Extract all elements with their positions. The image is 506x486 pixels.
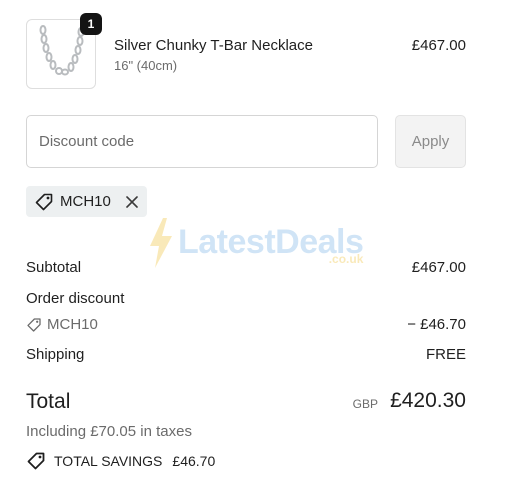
quantity-badge: 1: [80, 13, 102, 35]
product-price: £467.00: [411, 37, 466, 54]
subtotal-value: £467.00: [411, 259, 466, 276]
subtotal-label: Subtotal: [26, 259, 82, 276]
order-discount-value: − £46.70: [407, 316, 466, 333]
product-name: Silver Chunky T-Bar Necklace: [114, 37, 313, 54]
close-icon: [126, 195, 138, 208]
applied-discount-code: MCH10: [60, 193, 111, 210]
product-variant: 16" (40cm): [114, 58, 178, 73]
total-savings: TOTAL SAVINGS £46.70: [26, 451, 215, 471]
total-savings-label: TOTAL SAVINGS: [54, 453, 163, 469]
shipping-label: Shipping: [26, 346, 85, 363]
order-discount-code: MCH10: [47, 316, 98, 333]
taxes-note: Including £70.05 in taxes: [26, 423, 192, 440]
total-currency: GBP: [352, 397, 378, 411]
discount-code-input[interactable]: [26, 115, 378, 168]
watermark-domain: .co.uk: [328, 252, 364, 266]
order-discount-code-row: MCH10: [26, 316, 98, 333]
total-savings-value: £46.70: [172, 453, 216, 469]
applied-discount-chip: MCH10: [26, 186, 147, 217]
watermark-logo: LatestDeals .co.uk: [148, 218, 364, 268]
total-value: £420.30: [390, 389, 466, 412]
remove-discount-button[interactable]: [125, 195, 139, 209]
tag-icon: [35, 193, 53, 210]
tag-icon: [27, 452, 45, 470]
total-label: Total: [26, 390, 71, 413]
apply-discount-button[interactable]: Apply: [395, 115, 466, 168]
lightning-bolt-icon: [150, 218, 172, 268]
order-discount-label: Order discount: [26, 290, 125, 307]
shipping-value: FREE: [425, 346, 466, 363]
tag-icon: [27, 317, 41, 332]
